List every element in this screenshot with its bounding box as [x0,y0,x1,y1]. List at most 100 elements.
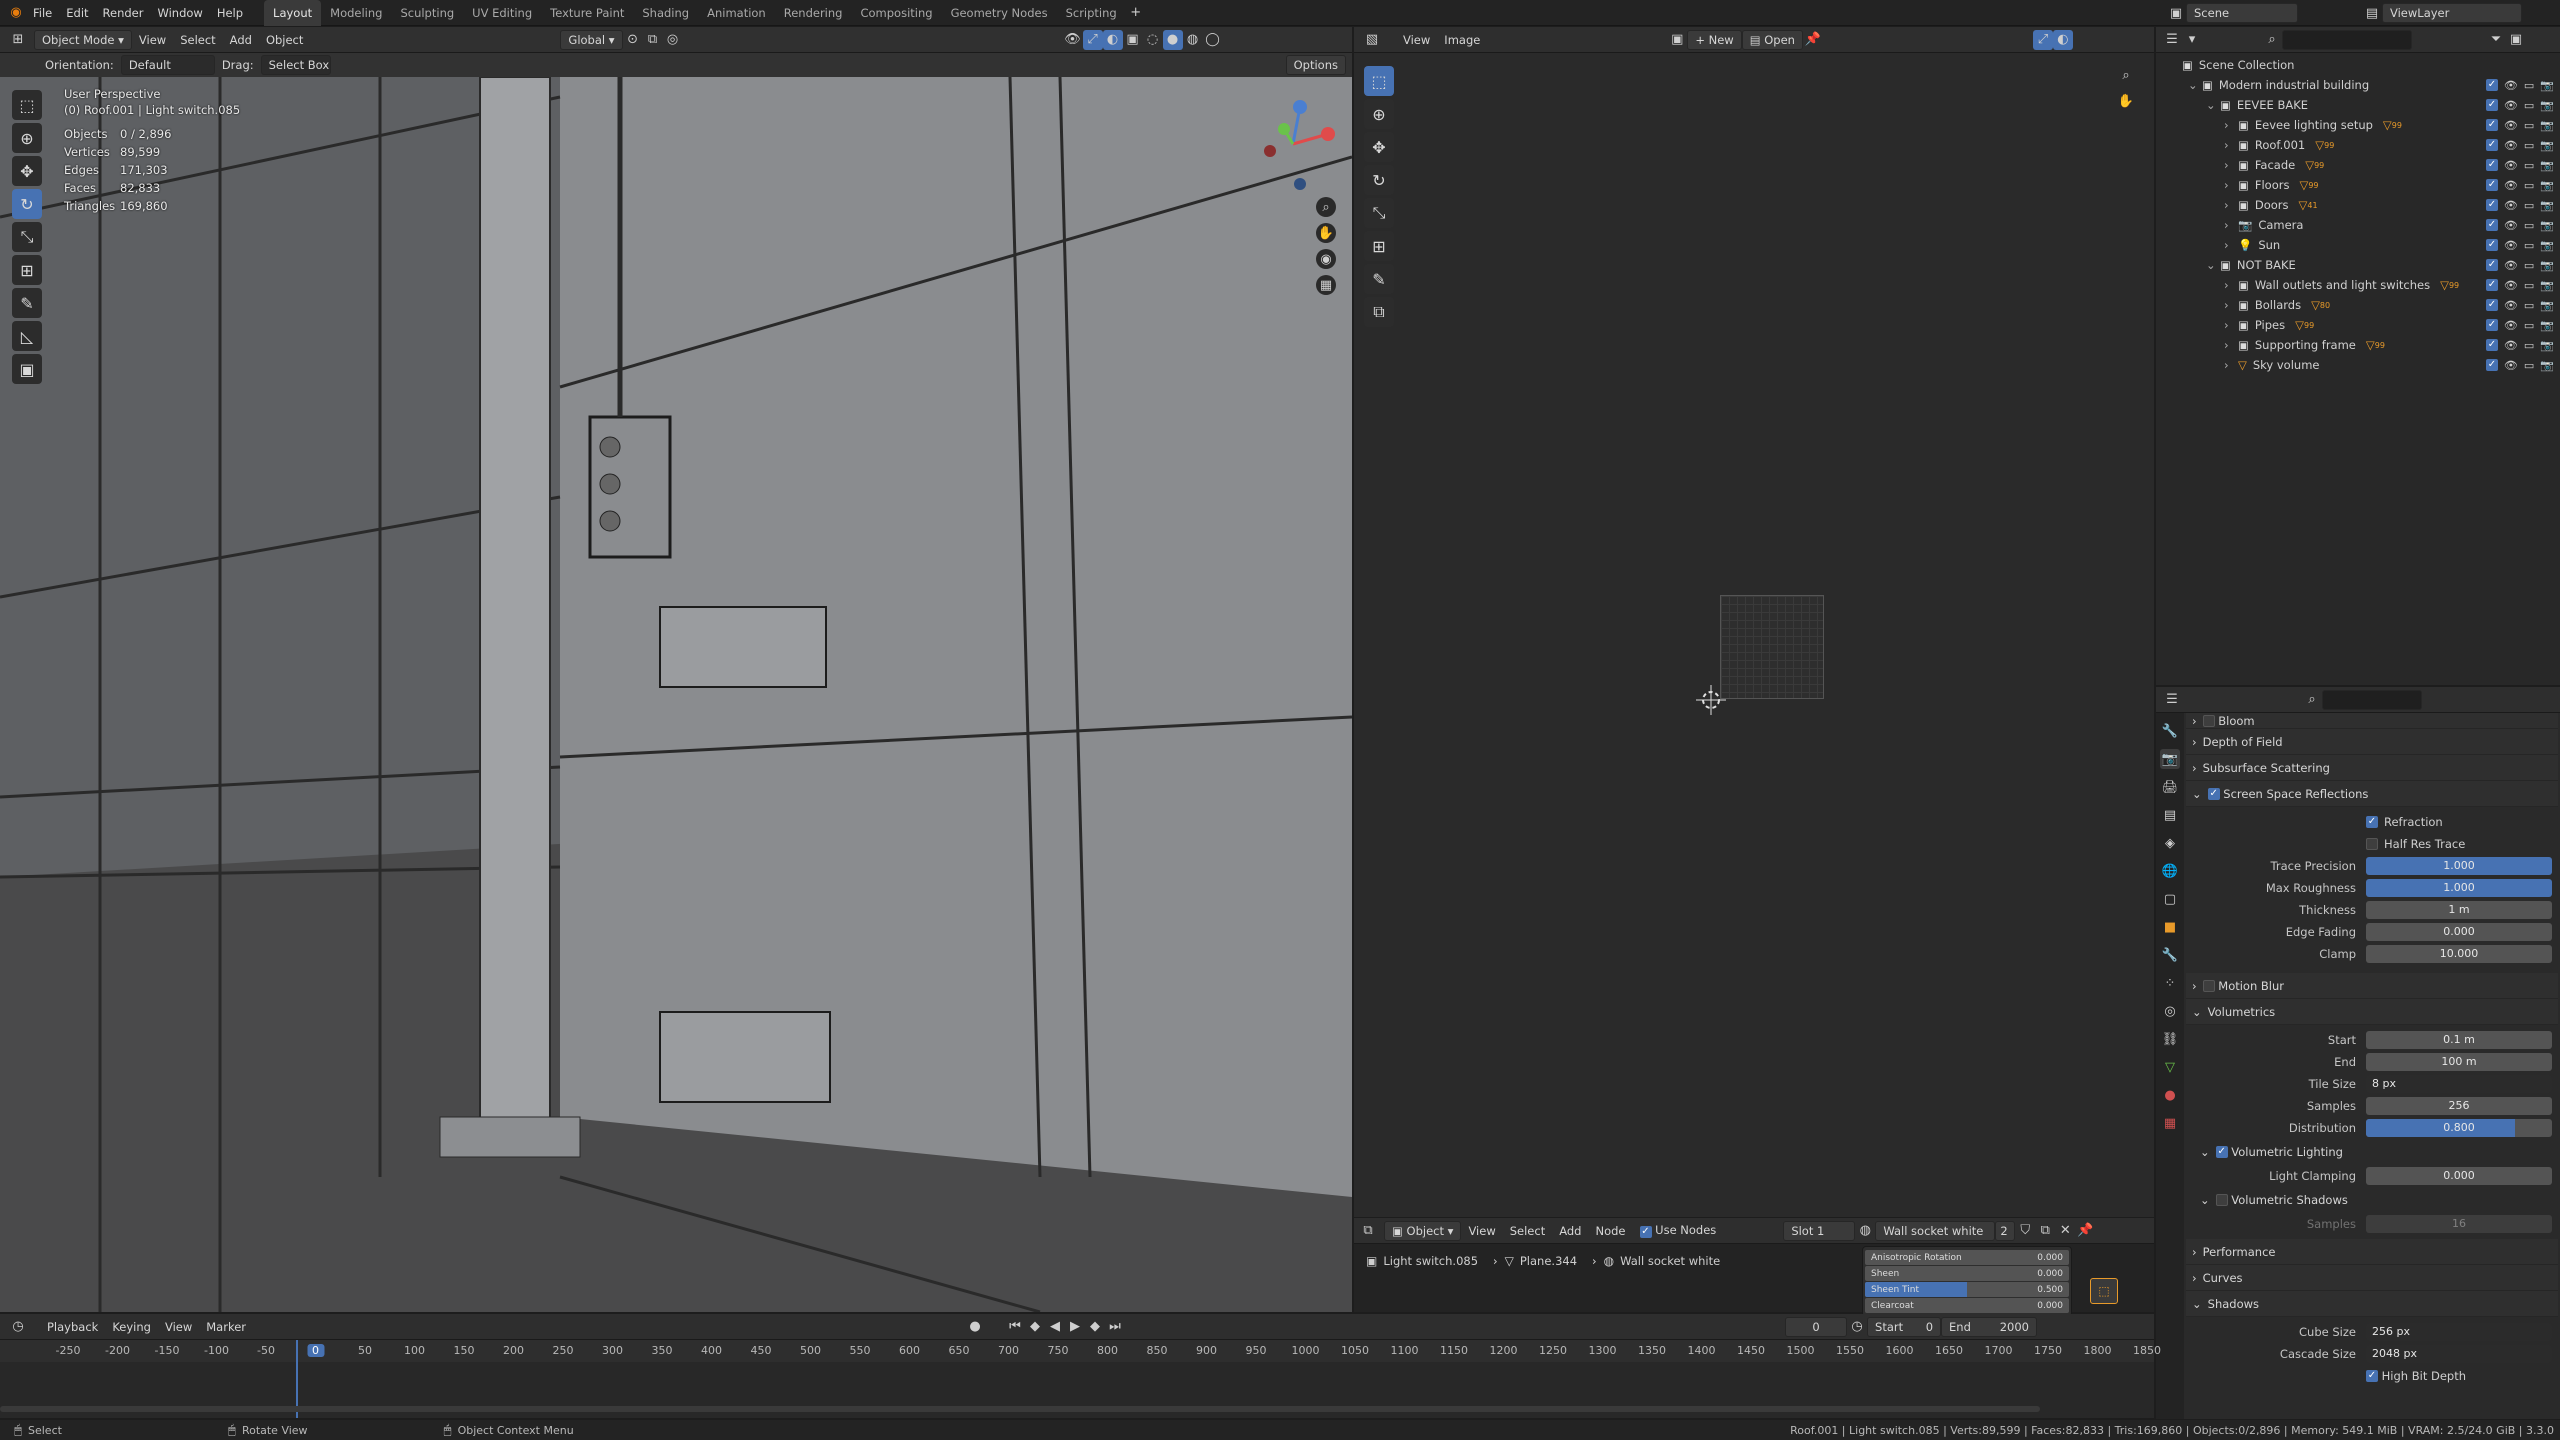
menu-render[interactable]: Render [96,6,151,20]
thickness-field[interactable]: 1 m [2366,901,2552,919]
overlay-toggle-icon[interactable]: ◐ [1102,29,1123,50]
image-move-tool-icon[interactable]: ✥ [1364,132,1394,162]
exclude-checkbox[interactable]: ✓ [2485,338,2498,351]
exclude-checkbox[interactable]: ✓ [2485,158,2498,171]
samples-field[interactable]: 256 [2366,1097,2552,1115]
camera-view-icon[interactable]: ◉ [1316,249,1336,269]
render-camera-icon[interactable]: 📷 [2540,319,2554,332]
breadcrumb-item[interactable]: Plane.344 [1520,1254,1577,1268]
solid-shading-icon[interactable]: ● [1162,29,1183,50]
scene-name[interactable]: Scene [2186,3,2298,23]
material-shading-icon[interactable]: ◍ [1183,30,1203,50]
constraints-tab-icon[interactable]: ⛓ [2160,1029,2180,1049]
viewport-disable-icon[interactable]: ▭ [2524,159,2534,172]
tab-animation[interactable]: Animation [698,0,775,26]
render-camera-icon[interactable]: 📷 [2540,339,2554,352]
timeline-type-icon[interactable]: ◷ [8,1317,28,1337]
tab-modeling[interactable]: Modeling [321,0,391,26]
vol-lighting-checkbox[interactable]: ✓ [2215,1146,2228,1158]
eye-icon[interactable]: 👁 [2504,319,2518,332]
visibility-icon[interactable]: 👁 [1063,30,1083,50]
wireframe-shading-icon[interactable]: ◌ [1143,30,1163,50]
node-frame-icon[interactable]: ⬚ [2090,1278,2118,1304]
expand-arrow-icon[interactable]: › [2224,218,2238,232]
view-layer-tab-icon[interactable]: ▤ [2160,805,2180,825]
image-zoom-icon[interactable]: ⌕ [2116,65,2136,85]
breadcrumb-item[interactable]: Light switch.085 [1383,1254,1478,1268]
principled-node-fragment[interactable]: Anisotropic Rotation 0.000 Sheen 0.000 Sheen… [1862,1246,2072,1317]
vol-shadows-panel[interactable]: ⌄ Volumetric Shadows [2186,1187,2558,1213]
image-menu-view[interactable]: View [1396,33,1437,47]
viewport-disable-icon[interactable]: ▭ [2524,319,2534,332]
node-socket-slider[interactable]: Clearcoat 0.000 [1865,1298,2069,1313]
timeline-menu-marker[interactable]: Marker [199,1320,253,1334]
outliner-item[interactable]: › ▣ Eevee lighting setup ▽ 99 ✓ 👁 ▭ 📷 [2156,115,2560,135]
exclude-checkbox[interactable]: ✓ [2485,298,2498,311]
jump-start-icon[interactable]: ⏮ [1005,1317,1025,1337]
pivot-icon[interactable]: ⊙ [623,30,643,50]
eye-icon[interactable]: 👁 [2504,239,2518,252]
outliner-search-input[interactable] [2282,29,2412,50]
viewport-disable-icon[interactable]: ▭ [2524,219,2534,232]
shadows-panel[interactable]: ⌄ Shadows [2186,1291,2558,1317]
material-tab-icon[interactable]: ● [2160,1085,2180,1105]
frame-ruler[interactable]: -250 -200 -150 -100 -50 0 50 100 150 200 250 300 350… [0,1340,2161,1362]
unlink-material-icon[interactable]: ✕ [2055,1221,2075,1241]
navigation-gizmo[interactable] [1248,89,1338,199]
preview-range-icon[interactable]: ◷ [1847,1317,1867,1337]
scene-selector[interactable]: ▣ Scene [2166,3,2298,23]
transform-orientation[interactable]: Global ▾ [560,29,623,50]
expand-arrow-icon[interactable]: ⌄ [2188,78,2202,92]
object-tab-icon[interactable]: ■ [2160,917,2180,937]
outliner-item[interactable]: › ▣ Floors ▽ 99 ✓ 👁 ▭ 📷 [2156,175,2560,195]
exclude-checkbox[interactable]: ✓ [2485,98,2498,111]
properties-type-icon[interactable]: ☰ [2162,690,2182,710]
render-camera-icon[interactable]: 📷 [2540,299,2554,312]
expand-arrow-icon[interactable]: ⌄ [2206,258,2220,272]
start-frame-field[interactable]: Start 0 [1867,1316,1942,1337]
breadcrumb-item[interactable]: Wall socket white [1620,1254,1720,1268]
viewport-disable-icon[interactable]: ▭ [2524,99,2534,112]
viewport-menu-object[interactable]: Object [259,33,310,47]
tab-scripting[interactable]: Scripting [1057,0,1126,26]
menu-file[interactable]: File [26,6,59,20]
render-camera-icon[interactable]: 📷 [2540,179,2554,192]
image-transform-tool-icon[interactable]: ⊞ [1364,231,1394,261]
pin-icon[interactable]: 📌 [1803,30,1823,50]
expand-arrow-icon[interactable]: › [2224,358,2238,372]
clamp-field[interactable]: 10.000 [2366,945,2552,963]
add-workspace-icon[interactable]: + [1126,3,1146,23]
physics-tab-icon[interactable]: ◎ [2160,1001,2180,1021]
viewlayer-name[interactable]: ViewLayer [2382,3,2522,23]
motion-blur-checkbox[interactable] [2202,979,2215,992]
expand-arrow-icon[interactable]: ⌄ [2206,98,2220,112]
render-camera-icon[interactable]: 📷 [2540,259,2554,272]
end-frame-field[interactable]: End 2000 [1941,1316,2038,1337]
render-camera-icon[interactable]: 📷 [2540,199,2554,212]
vol-lighting-panel[interactable]: ⌄ ✓ Volumetric Lighting [2186,1139,2558,1165]
tab-sculpting[interactable]: Sculpting [391,0,463,26]
max-roughness-field[interactable]: 1.000 [2366,879,2552,897]
timeline[interactable]: ◷ Playback Keying View Marker ● ⏮ ◆ ◀ ▶ ◆ ⏭… [0,1314,2161,1418]
viewport-disable-icon[interactable]: ▭ [2524,299,2534,312]
zoom-icon[interactable]: ⌕ [1316,197,1336,217]
node-socket-slider[interactable]: Sheen Tint 0.500 [1865,1282,2069,1297]
image-select-tool-icon[interactable]: ⬚ [1364,66,1394,96]
viewport-disable-icon[interactable]: ▭ [2524,359,2534,372]
snap-icon[interactable]: ⧉ [643,30,663,50]
eye-icon[interactable]: 👁 [2504,279,2518,292]
outliner-item[interactable]: ⌄ ▣ EEVEE BAKE ✓ 👁 ▭ 📷 [2156,95,2560,115]
viewlayer-selector[interactable]: ▤ ViewLayer [2362,3,2522,23]
record-icon[interactable]: ● [965,1317,985,1337]
eye-icon[interactable]: 👁 [2504,139,2518,152]
display-mode-icon[interactable]: ▾ [2182,30,2202,50]
vol-shadow-samples-field[interactable]: 16 [2366,1215,2552,1233]
outliner-filter-icon[interactable]: ⏷ [2486,30,2506,50]
new-image-button[interactable]: + New [1687,29,1742,50]
move-tool-icon[interactable]: ✥ [12,156,42,186]
node-socket-slider[interactable]: Sheen 0.000 [1865,1266,2069,1281]
viewport-disable-icon[interactable]: ▭ [2524,179,2534,192]
tool-tab-icon[interactable]: 🔧 [2160,721,2180,741]
eye-icon[interactable]: 👁 [2504,299,2518,312]
ssr-panel[interactable]: ⌄ ✓ Screen Space Reflections [2186,781,2558,807]
